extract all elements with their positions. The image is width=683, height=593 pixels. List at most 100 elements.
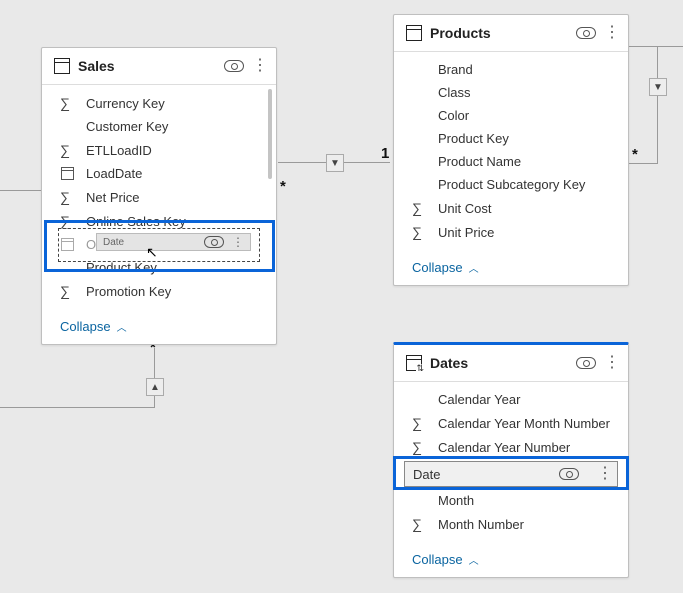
card-header: Products ⋮ [394, 15, 628, 52]
field-label: Unit Price [438, 225, 494, 240]
field-label: Calendar Year Number [438, 440, 570, 455]
relationship-line [628, 46, 683, 47]
cardinality-one: 1 [381, 145, 389, 162]
filter-direction-icon[interactable]: ▼ [649, 78, 667, 96]
relationship-line [0, 407, 154, 408]
table-card-dates[interactable]: Dates ⋮ Calendar Year ∑ Calendar Year Mon… [393, 342, 629, 578]
sigma-icon: ∑ [412, 516, 426, 532]
field-currency-key[interactable]: ∑ Currency Key [42, 91, 276, 115]
field-label: Online Sales Key [86, 214, 186, 229]
cardinality-many: * [280, 178, 286, 195]
field-label: Product Name [438, 154, 521, 169]
field-list: Brand Class Color Product Key Product Na… [394, 52, 628, 250]
table-card-products[interactable]: Products ⋮ Brand Class Color Product Key… [393, 14, 629, 286]
sigma-icon: ∑ [60, 189, 74, 205]
collapse-link[interactable]: Collapse︿ [394, 250, 628, 285]
field-calendar-year-number[interactable]: ∑ Calendar Year Number [394, 435, 628, 459]
field-label: LoadDate [86, 166, 142, 181]
field-product-key[interactable]: Product Key [394, 127, 628, 150]
field-class[interactable]: Class [394, 81, 628, 104]
more-options-icon[interactable]: ⋮ [604, 355, 616, 371]
field-net-price[interactable]: ∑ Net Price [42, 185, 276, 209]
visibility-icon [204, 236, 224, 248]
scrollbar[interactable] [268, 89, 272, 179]
sigma-icon: ∑ [412, 415, 426, 431]
table-title: Products [430, 25, 568, 41]
field-etl-load-id[interactable]: ∑ ETLLoadID [42, 138, 276, 162]
field-unit-cost[interactable]: ∑ Unit Cost [394, 196, 628, 220]
sigma-icon: ∑ [412, 439, 426, 455]
field-label: Product Key [86, 260, 157, 275]
field-label: Product Subcategory Key [438, 177, 585, 192]
field-product-subcategory-key[interactable]: Product Subcategory Key [394, 173, 628, 196]
field-list: Calendar Year ∑ Calendar Year Month Numbe… [394, 382, 628, 542]
relationship-line [628, 163, 657, 164]
field-month[interactable]: Month [394, 489, 628, 512]
field-label: Product Key [438, 131, 509, 146]
field-date[interactable]: Date ⋮ [404, 461, 618, 487]
field-calendar-year-month-number[interactable]: ∑ Calendar Year Month Number [394, 411, 628, 435]
date-table-icon [406, 355, 422, 371]
field-label: Color [438, 108, 469, 123]
chevron-up-icon: ︿ [469, 552, 479, 567]
drag-ghost-label: Date [103, 237, 124, 248]
field-label: Calendar Year [438, 392, 520, 407]
field-label: Currency Key [86, 96, 165, 111]
filter-direction-icon[interactable]: ▼ [326, 154, 344, 172]
relationship-line [657, 46, 658, 164]
table-icon [406, 25, 422, 41]
chevron-up-icon: ︿ [469, 260, 479, 275]
relationship-line [0, 190, 41, 191]
collapse-link[interactable]: Collapse ︿ [394, 542, 628, 577]
sigma-icon: ∑ [60, 95, 74, 111]
filter-direction-icon[interactable]: ▲ [146, 378, 164, 396]
field-calendar-year[interactable]: Calendar Year [394, 388, 628, 411]
field-label: Brand [438, 62, 473, 77]
field-label: Customer Key [86, 119, 168, 134]
field-promotion-key[interactable]: ∑ Promotion Key [42, 279, 276, 303]
table-title: Dates [430, 355, 568, 371]
field-label: Promotion Key [86, 284, 171, 299]
sigma-icon: ∑ [60, 283, 74, 299]
visibility-icon[interactable] [576, 27, 596, 39]
table-title: Sales [78, 58, 216, 74]
more-options-icon: ⋮ [232, 235, 244, 249]
field-label: Unit Cost [438, 201, 491, 216]
calendar-icon [61, 167, 74, 180]
field-label: Class [438, 85, 471, 100]
field-label: Net Price [86, 190, 139, 205]
field-month-number[interactable]: ∑ Month Number [394, 512, 628, 536]
visibility-icon[interactable] [224, 60, 244, 72]
field-color[interactable]: Color [394, 104, 628, 127]
field-list: ∑ Currency Key Customer Key ∑ ETLLoadID Lo… [42, 85, 276, 309]
field-brand[interactable]: Brand [394, 58, 628, 81]
card-header: Sales ⋮ [42, 48, 276, 85]
table-icon [54, 58, 70, 74]
field-label: Month [438, 493, 474, 508]
sigma-icon: ∑ [412, 224, 426, 240]
chevron-up-icon: ︿ [117, 319, 127, 334]
card-header: Dates ⋮ [394, 345, 628, 382]
sigma-icon: ∑ [60, 142, 74, 158]
more-options-icon[interactable]: ⋮ [252, 58, 264, 74]
more-options-icon[interactable]: ⋮ [597, 466, 609, 482]
field-label: ETLLoadID [86, 143, 152, 158]
field-label: Month Number [438, 517, 524, 532]
field-label: Calendar Year Month Number [438, 416, 610, 431]
field-label: Date [413, 467, 440, 482]
collapse-link[interactable]: Collapse ︿ [42, 309, 276, 344]
cardinality-many: * [632, 146, 638, 163]
field-unit-price[interactable]: ∑ Unit Price [394, 220, 628, 244]
sigma-icon: ∑ [60, 213, 74, 229]
collapse-label: Collapse [412, 552, 463, 567]
visibility-icon[interactable] [559, 468, 579, 480]
field-product-name[interactable]: Product Name [394, 150, 628, 173]
field-load-date[interactable]: LoadDate [42, 162, 276, 185]
drag-ghost: Date ⋮ [96, 233, 251, 251]
table-card-sales[interactable]: Sales ⋮ ∑ Currency Key Customer Key ∑ ETLL… [41, 47, 277, 345]
collapse-label: Collapse [60, 319, 111, 334]
visibility-icon[interactable] [576, 357, 596, 369]
sigma-icon: ∑ [412, 200, 426, 216]
field-customer-key[interactable]: Customer Key [42, 115, 276, 138]
more-options-icon[interactable]: ⋮ [604, 25, 616, 41]
